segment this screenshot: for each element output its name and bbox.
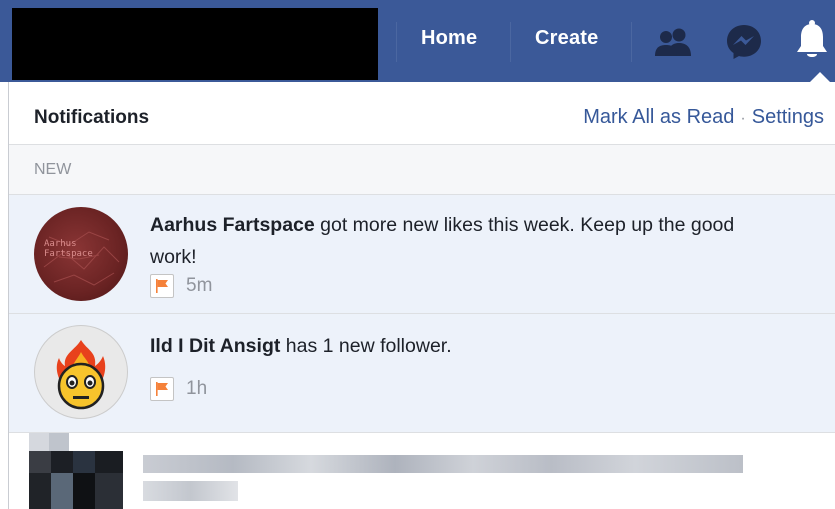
avatar: Aarhus Fartspace xyxy=(34,207,128,301)
nav-divider xyxy=(631,22,632,62)
pixelated-avatar xyxy=(73,473,95,509)
section-header-new: NEW xyxy=(9,145,835,195)
page-flag-icon xyxy=(150,274,174,298)
top-navigation-bar: Home Create xyxy=(0,0,835,82)
pixelated-text xyxy=(143,455,743,473)
pixelated-avatar xyxy=(51,473,73,509)
link-separator: · xyxy=(740,110,746,127)
notification-time: 5m xyxy=(186,275,213,296)
mark-all-read-link[interactable]: Mark All as Read xyxy=(583,106,734,128)
obscured-notification-item[interactable] xyxy=(9,433,835,509)
pixelated-avatar xyxy=(29,473,51,509)
pixelated-avatar xyxy=(29,451,51,473)
friends-icon[interactable] xyxy=(652,24,694,60)
nav-divider xyxy=(510,22,511,62)
pixelated-avatar xyxy=(51,451,73,473)
notification-text: Ild I Dit Ansigt has 1 new follower. xyxy=(150,330,770,362)
notification-meta: 1h xyxy=(150,377,207,401)
notification-text: Aarhus Fartspace got more new likes this… xyxy=(150,209,770,273)
notification-actor: Aarhus Fartspace xyxy=(150,214,315,236)
notification-meta: 5m xyxy=(150,274,212,298)
notification-message: has 1 new follower. xyxy=(280,335,452,357)
pixelated-avatar xyxy=(73,451,95,473)
pixelated-avatar xyxy=(29,433,49,451)
section-label: NEW xyxy=(34,161,72,178)
notification-item[interactable]: Ild I Dit Ansigt has 1 new follower. 1h xyxy=(9,314,835,433)
settings-link[interactable]: Settings xyxy=(752,106,824,128)
nav-create-link[interactable]: Create xyxy=(535,27,598,50)
pixelated-avatar xyxy=(49,433,69,451)
header-actions: Mark All as Read · Settings xyxy=(583,106,824,129)
pixelated-text xyxy=(143,481,238,501)
notifications-dropdown: Notifications Mark All as Read · Settings … xyxy=(8,82,835,509)
avatar-logo-text: Aarhus Fartspace xyxy=(44,239,93,259)
avatar xyxy=(34,325,128,419)
pixelated-avatar xyxy=(95,473,123,509)
notifications-bell-icon[interactable] xyxy=(795,18,829,62)
pixelated-avatar xyxy=(95,451,123,473)
redacted-search-area xyxy=(12,8,378,80)
notification-item[interactable]: Aarhus Fartspace Aarhus Fartspace got mo… xyxy=(9,195,835,314)
dropdown-caret xyxy=(810,72,830,82)
nav-home-link[interactable]: Home xyxy=(421,27,477,50)
notifications-header: Notifications Mark All as Read · Settings xyxy=(9,82,835,145)
notification-time: 1h xyxy=(186,378,208,399)
page-flag-icon xyxy=(150,377,174,401)
messenger-icon[interactable] xyxy=(723,22,765,62)
nav-divider xyxy=(396,22,397,62)
notification-actor: Ild I Dit Ansigt xyxy=(150,335,281,357)
panel-title: Notifications xyxy=(34,107,150,128)
